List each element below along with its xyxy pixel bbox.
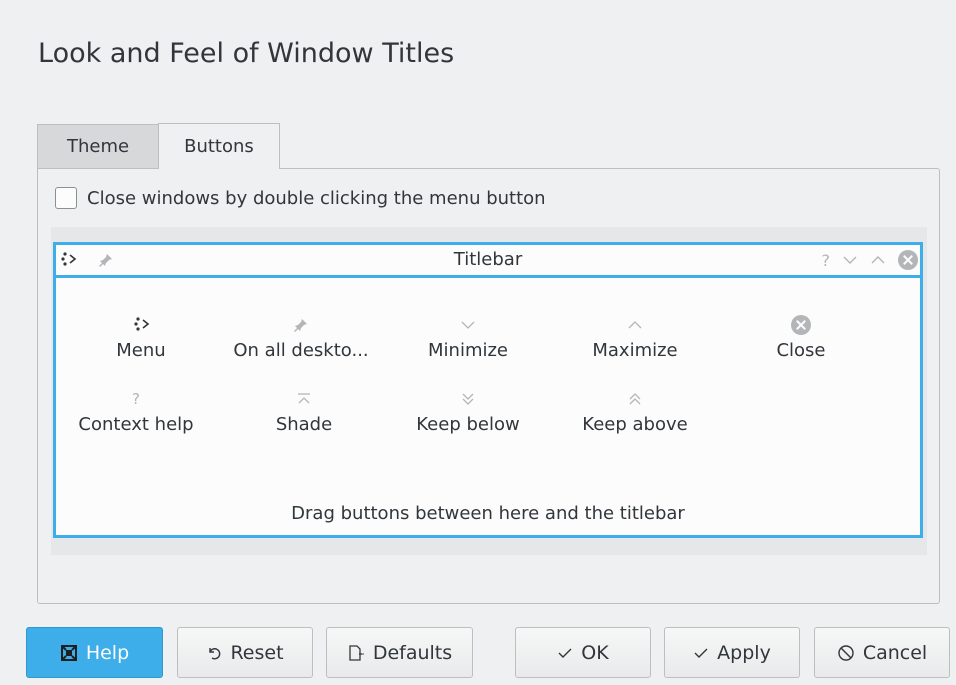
available-button-label: Context help [78, 414, 194, 435]
pin-icon[interactable] [98, 252, 114, 268]
titlebar-preview[interactable]: Titlebar ? [53, 242, 923, 278]
available-buttons-area[interactable]: Menu On all deskto... Minimize Maximize … [53, 278, 923, 538]
available-button-on-all-desktops[interactable]: On all deskto... [216, 314, 386, 361]
titlebar-left-buttons [60, 247, 114, 273]
available-button-label: On all deskto... [233, 340, 369, 361]
button-layout-area: Titlebar ? Menu On all deskto... Minimiz… [51, 227, 927, 555]
available-button-label: Maximize [592, 340, 678, 361]
cancel-icon [837, 644, 855, 662]
tab-theme[interactable]: Theme [37, 124, 159, 169]
page-title: Look and Feel of Window Titles [38, 38, 455, 69]
available-button-menu[interactable]: Menu [56, 314, 226, 361]
cancel-button-label: Cancel [862, 641, 928, 664]
shade-icon [219, 388, 389, 410]
checkmark-icon [557, 645, 573, 661]
help-button-label: Help [85, 641, 130, 664]
available-button-minimize[interactable]: Minimize [383, 314, 553, 361]
available-button-label: Keep below [416, 414, 520, 435]
maximize-icon [550, 314, 720, 336]
close-double-click-label: Close windows by double clicking the men… [87, 187, 546, 209]
close-double-click-option[interactable]: Close windows by double clicking the men… [55, 187, 546, 209]
available-button-keep-below[interactable]: Keep below [383, 388, 553, 435]
titlebar-title: Titlebar [453, 249, 523, 270]
apply-button[interactable]: Apply [664, 627, 800, 678]
defaults-button[interactable]: Defaults [326, 627, 473, 678]
pin-icon [216, 314, 386, 336]
defaults-button-label: Defaults [372, 641, 453, 664]
ok-button[interactable]: OK [515, 627, 651, 678]
available-button-keep-above[interactable]: Keep above [550, 388, 720, 435]
minimize-icon [383, 314, 553, 336]
keep-below-icon [383, 388, 553, 410]
tab-buttons[interactable]: Buttons [158, 123, 280, 169]
available-button-close[interactable]: Close [716, 314, 886, 361]
help-lifebuoy-icon [60, 644, 78, 662]
cancel-button[interactable]: Cancel [814, 627, 950, 678]
menu-icon[interactable] [60, 250, 80, 270]
document-revert-icon [347, 644, 365, 662]
available-button-label: Close [776, 340, 826, 361]
help-icon[interactable]: ? [822, 251, 831, 270]
available-button-label: Shade [275, 414, 333, 435]
close-double-click-checkbox[interactable] [55, 187, 77, 209]
reset-button[interactable]: Reset [177, 627, 313, 678]
apply-button-label: Apply [717, 641, 771, 664]
available-button-label: Keep above [582, 414, 688, 435]
titlebar-right-buttons: ? [822, 247, 918, 273]
minimize-icon[interactable] [842, 252, 858, 268]
undo-icon [206, 645, 222, 661]
help-icon: ? [132, 390, 140, 408]
available-button-label: Minimize [428, 340, 508, 361]
menu-icon [56, 314, 226, 336]
drag-hint: Drag buttons between here and the titleb… [291, 503, 685, 524]
close-icon[interactable] [898, 250, 918, 270]
ok-button-label: OK [581, 641, 609, 664]
available-button-maximize[interactable]: Maximize [550, 314, 720, 361]
tab-bar: Theme Buttons [37, 123, 280, 169]
help-button[interactable]: Help [26, 627, 163, 678]
available-button-shade[interactable]: Shade [219, 388, 389, 435]
keep-above-icon [550, 388, 720, 410]
reset-button-label: Reset [230, 641, 284, 664]
close-icon [716, 314, 886, 336]
maximize-icon[interactable] [870, 252, 886, 268]
buttons-panel: Close windows by double clicking the men… [37, 168, 940, 604]
available-button-context-help[interactable]: ? Context help [51, 388, 221, 435]
available-button-label: Menu [116, 340, 166, 361]
checkmark-icon [693, 645, 709, 661]
